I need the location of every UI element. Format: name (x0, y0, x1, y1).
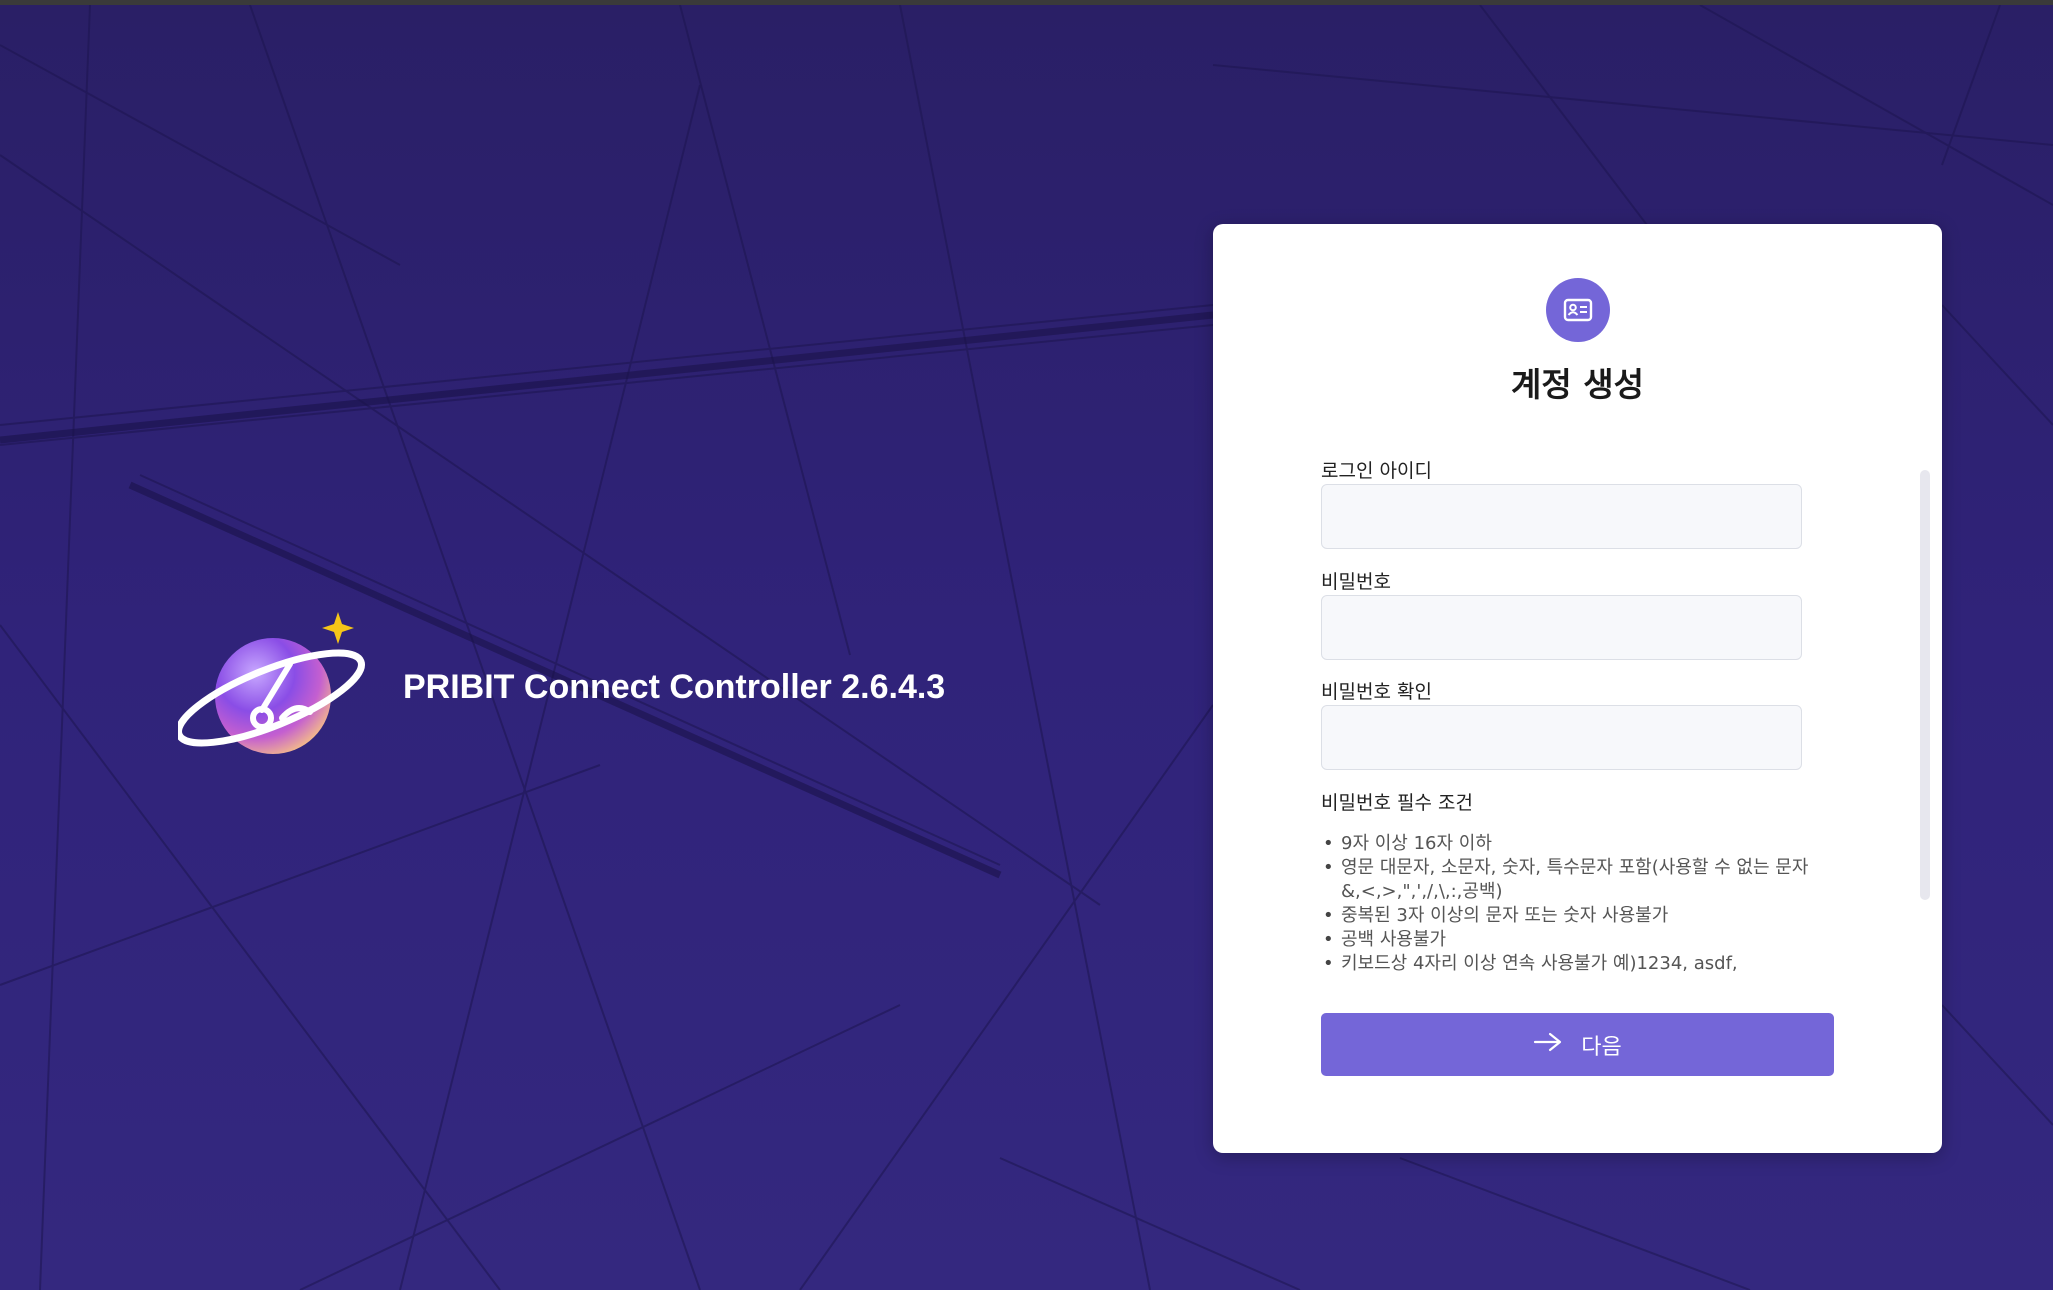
requirement-item: 9자 이상 16자 이하 (1321, 832, 1811, 856)
pribit-logo (175, 606, 378, 776)
form-scrollbar[interactable] (1920, 470, 1930, 900)
login-id-label: 로그인 아이디 (1321, 460, 1432, 482)
requirement-item: 공백 사용불가 (1321, 928, 1811, 952)
password-input[interactable] (1321, 595, 1802, 660)
next-button[interactable]: 다음 (1321, 1013, 1834, 1076)
login-id-input[interactable] (1321, 484, 1802, 549)
password-confirm-input[interactable] (1321, 705, 1802, 770)
id-card-icon (1546, 278, 1610, 342)
app-title: PRIBIT Connect Controller 2.6.4.3 (403, 668, 946, 706)
password-requirements-title: 비밀번호 필수 조건 (1321, 792, 1473, 814)
page-title: 계정 생성 (1511, 365, 1644, 404)
requirement-item: 영문 대문자, 소문자, 숫자, 특수문자 포함(사용할 수 없는 문자 &,<… (1321, 856, 1811, 904)
brand: PRIBIT Connect Controller 2.6.4.3 (175, 606, 958, 776)
next-button-label: 다음 (1581, 1034, 1622, 1060)
password-label: 비밀번호 (1321, 571, 1391, 593)
password-confirm-label: 비밀번호 확인 (1321, 681, 1432, 703)
signup-card: 계정 생성 로그인 아이디 비밀번호 비밀번호 확인 비밀번호 필수 조건 9자… (1213, 224, 1942, 1153)
requirement-item: 중복된 3자 이상의 문자 또는 숫자 사용불가 (1321, 904, 1811, 928)
requirement-item: 키보드상 4자리 이상 연속 사용불가 예)1234, asdf, (1321, 952, 1811, 976)
password-requirements-list: 9자 이상 16자 이하 영문 대문자, 소문자, 숫자, 특수문자 포함(사용… (1321, 832, 1811, 982)
arrow-right-icon (1533, 1031, 1563, 1059)
